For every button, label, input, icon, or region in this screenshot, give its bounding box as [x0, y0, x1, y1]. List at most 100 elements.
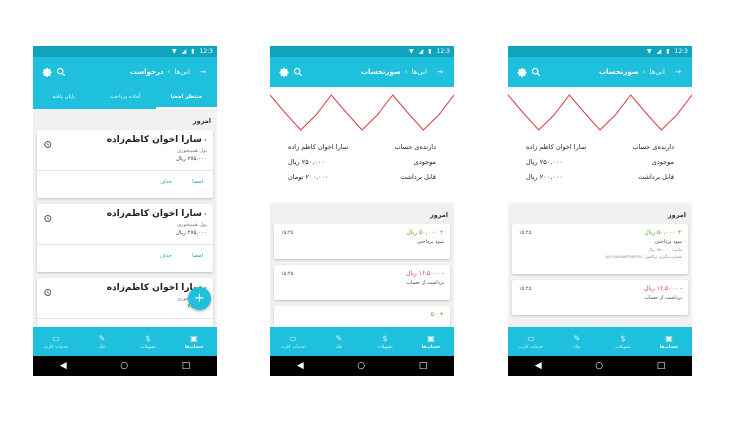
card-icon: ▭: [289, 333, 297, 343]
home-icon[interactable]: ○: [357, 361, 365, 371]
recents-icon[interactable]: □: [657, 361, 666, 371]
transaction-amount: - ۱۶,۵۰۰۰ ریال: [406, 270, 444, 277]
status-bar: ▼ ◢ ▮ 12:3: [270, 46, 454, 57]
bottom-nav: ▣ حساب‌ها $ تسهیلات ✎ چک ▭ خدمات کارت: [33, 327, 217, 356]
dollar-icon: $: [145, 333, 151, 343]
search-icon[interactable]: [529, 65, 543, 79]
page-title: درخواست: [129, 68, 164, 76]
tab-finished[interactable]: پایان یافته: [33, 87, 94, 109]
dollar-icon: $: [620, 333, 626, 343]
nav-cheque[interactable]: ✎ چک: [79, 327, 125, 356]
app-bar: انی‌ها›صورتحساب →: [270, 57, 454, 87]
back-arrow-icon[interactable]: →: [433, 65, 447, 79]
back-icon[interactable]: ◀: [535, 361, 542, 371]
request-card[interactable]: •سارا اخوان کاظم‌زاده پول همینجوری ۲۷۵,۰…: [37, 130, 213, 198]
gear-icon[interactable]: [515, 65, 529, 79]
balance-label: موجودی: [413, 158, 436, 166]
balance-value: ۲۰۰,۰۰۰ تومان: [288, 173, 329, 181]
nav-loans[interactable]: $ تسهیلات: [125, 327, 171, 356]
breadcrumb-prev[interactable]: انی‌ها: [174, 68, 190, 76]
back-arrow-icon[interactable]: →: [196, 65, 210, 79]
phone-statement-expanded: ▼ ◢ ▮ 12:3 انی‌ها›صورتحساب → دارنده‌ی حس…: [508, 46, 692, 376]
request-amount: ۲۷۵,۰۰۰ ریال: [175, 230, 207, 236]
nav-cheque[interactable]: ✎ چک: [554, 327, 600, 356]
request-card[interactable]: •سارا اخوان کاظم‌زاده پول همینجوری ۲۷۵,۰…: [37, 204, 213, 272]
signal-icon: ◢: [418, 48, 424, 55]
gear-icon[interactable]: [277, 65, 291, 79]
transaction-card[interactable]: - ۱۶,۵۰۰۰ ریال برداشت از حساب ۱۵:۴۵: [512, 280, 688, 315]
back-icon[interactable]: ◀: [60, 361, 67, 371]
search-icon[interactable]: [291, 65, 305, 79]
request-subtitle: پول همینجوری: [177, 222, 207, 228]
nav-accounts[interactable]: ▣ حساب‌ها: [646, 327, 692, 356]
nav-accounts[interactable]: ▣ حساب‌ها: [171, 327, 217, 356]
balance-label: قابل برداشت: [400, 173, 436, 181]
recents-icon[interactable]: □: [419, 361, 428, 371]
balance-value: ۲۵۰,۰۰۰ ریال: [288, 158, 325, 166]
balance-label: دارنده‌ی حساب: [632, 143, 674, 151]
status-time: 12:3: [436, 48, 450, 55]
balance-summary: دارنده‌ی حساب سارا اخوان کاظم زاده موجودی…: [508, 143, 692, 188]
nav-loans[interactable]: $ تسهیلات: [600, 327, 646, 356]
search-icon[interactable]: [54, 65, 68, 79]
bottom-nav: ▣ حساب‌ها $ تسهیلات ✎ چک ▭ خدمات کارت: [508, 327, 692, 356]
transaction-amount: + ۵۰,۰۰۰ ریال: [406, 229, 444, 236]
dollar-icon: $: [382, 333, 388, 343]
delete-button[interactable]: حذف: [160, 179, 172, 185]
request-name: سارا اخوان کاظم‌زاده: [106, 135, 202, 145]
nav-card-services[interactable]: ▭ خدمات کارت: [270, 327, 316, 356]
delete-button[interactable]: حذف: [160, 253, 172, 259]
transaction-card[interactable]: + ۵۰,۰۰۰ ریال سود پرداختی ۱۵:۴۵: [274, 224, 450, 259]
balance-line-chart: [508, 94, 692, 131]
section-header: امروز: [429, 211, 448, 219]
nav-cheque[interactable]: ✎ چک: [316, 327, 362, 356]
status-bar: ▼ ◢ ▮ 12:3: [508, 46, 692, 57]
nav-accounts[interactable]: ▣ حساب‌ها: [408, 327, 454, 356]
home-icon[interactable]: ○: [120, 361, 128, 371]
add-button[interactable]: +: [188, 287, 211, 310]
transaction-card[interactable]: - ۱۶,۵۰۰۰ ریال برداشت از حساب ۱۵:۴۵: [274, 265, 450, 300]
app-bar: انی‌ها›درخواست →: [33, 57, 217, 87]
phone-statement: ▼ ◢ ▮ 12:3 انی‌ها›صورتحساب → دارنده‌ی حس…: [270, 46, 454, 376]
history-icon[interactable]: [43, 208, 52, 222]
back-arrow-icon[interactable]: →: [671, 65, 685, 79]
nav-loans[interactable]: $ تسهیلات: [362, 327, 408, 356]
gear-icon[interactable]: [40, 65, 54, 79]
nav-card-services[interactable]: ▭ خدمات کارت: [508, 327, 554, 356]
section-header: امروز: [667, 211, 686, 219]
balance-chart: دارنده‌ی حساب سارا اخوان کاظم زاده موجودی…: [508, 87, 692, 203]
balance-value: سارا اخوان کاظم زاده: [288, 143, 349, 151]
wifi-icon: ▼: [171, 48, 177, 55]
balance-label: موجودی: [651, 158, 674, 166]
history-icon[interactable]: [43, 282, 52, 296]
sign-button[interactable]: امضا: [192, 253, 203, 259]
breadcrumb-prev[interactable]: انی‌ها: [649, 68, 665, 76]
history-icon[interactable]: [43, 134, 52, 148]
signal-icon: ◢: [656, 48, 662, 55]
home-icon[interactable]: ○: [595, 361, 603, 371]
breadcrumb: انی‌ها›صورتحساب: [543, 68, 671, 76]
cheque-icon: ✎: [335, 333, 343, 343]
chevron-icon: ›: [404, 68, 408, 76]
balance-value: سارا اخوان کاظم زاده: [526, 143, 587, 151]
request-amount: ۲۷۵,۰۰۰ ریال: [175, 156, 207, 162]
breadcrumb-prev[interactable]: انی‌ها: [411, 68, 427, 76]
tab-awaiting-signature[interactable]: منتظر امضا: [155, 87, 217, 109]
sign-button[interactable]: امضا: [192, 179, 203, 185]
page-title: صورتحساب: [598, 68, 639, 76]
transaction-card-expanded[interactable]: + ۵۰,۰۰۰ ریال سود پرداختی مانده: ۲۵۰,۰۰۰…: [512, 224, 688, 274]
transaction-time: ۱۵:۴۵: [281, 271, 294, 277]
phone-requests: ▼ ◢ ▮ 12:3 انی‌ها›درخواست → منتظر امضا آ…: [33, 46, 217, 376]
tab-ready-to-pay[interactable]: آماده پرداخت: [94, 87, 155, 109]
recents-icon[interactable]: □: [182, 361, 191, 371]
transaction-amount: - ۱۶,۵۰۰۰ ریال: [644, 285, 682, 292]
balance-series-line: [508, 94, 692, 131]
wifi-icon: ▼: [408, 48, 414, 55]
transaction-desc: برداشت از حساب: [644, 295, 682, 301]
nav-card-services[interactable]: ▭ خدمات کارت: [33, 327, 79, 356]
system-nav: ◀ ○ □: [33, 356, 217, 376]
back-icon[interactable]: ◀: [297, 361, 304, 371]
page-title: صورتحساب: [360, 68, 401, 76]
transaction-desc: برداشت از حساب: [406, 280, 444, 286]
balance-series-line: [270, 94, 454, 131]
